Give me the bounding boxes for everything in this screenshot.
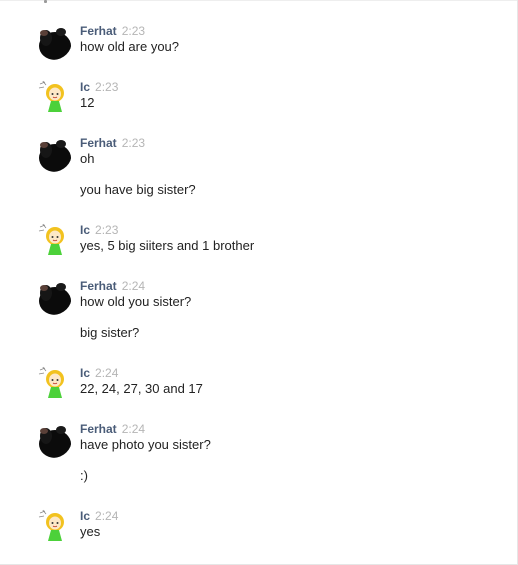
avatar-ferhat-icon[interactable]	[34, 277, 72, 315]
message-text: you have big sister?	[80, 182, 196, 197]
message-time: 2:24	[121, 279, 146, 293]
avatar-ferhat-icon[interactable]	[34, 134, 72, 172]
avatar-ic-icon[interactable]	[34, 364, 72, 402]
message-text: oh	[80, 151, 95, 166]
message-time: 2:24	[95, 366, 119, 380]
avatar-ferhat-icon[interactable]	[34, 420, 72, 458]
message-author[interactable]: Ic	[80, 80, 90, 94]
message-text: how old you sister?	[80, 294, 192, 309]
top-border	[0, 0, 518, 1]
message-text: 22, 24, 27, 30 and 17	[80, 381, 203, 396]
message-time: 2:23	[121, 136, 146, 150]
message-author[interactable]: Ferhat	[80, 136, 117, 150]
message-author[interactable]: Ic	[80, 509, 90, 523]
message-text: :)	[80, 468, 88, 483]
message-author[interactable]: Ic	[80, 223, 90, 237]
message-text: big sister?	[80, 325, 140, 340]
message-author[interactable]: Ferhat	[80, 422, 117, 436]
message-text: yes	[80, 524, 101, 539]
message-time: 2:23	[95, 80, 119, 94]
avatar-ferhat-icon[interactable]	[34, 22, 72, 60]
message-time: 2:23	[95, 223, 119, 237]
avatar-ic-icon[interactable]	[34, 507, 72, 545]
message-time: 2:24	[95, 509, 119, 523]
message-text: how old are you?	[80, 39, 180, 54]
message-text: yes, 5 big siiters and 1 brother	[80, 238, 255, 253]
message-text: have photo you sister?	[80, 437, 211, 452]
avatar-ic-icon[interactable]	[34, 221, 72, 259]
message-author[interactable]: Ic	[80, 366, 90, 380]
scroll-remnant	[44, 0, 47, 3]
message-time: 2:23	[121, 24, 146, 38]
message-author[interactable]: Ferhat	[80, 279, 117, 293]
message-text: 12	[80, 95, 95, 110]
avatar-ic-icon[interactable]	[34, 78, 72, 116]
message-author[interactable]: Ferhat	[80, 24, 117, 38]
message-time: 2:24	[121, 422, 146, 436]
